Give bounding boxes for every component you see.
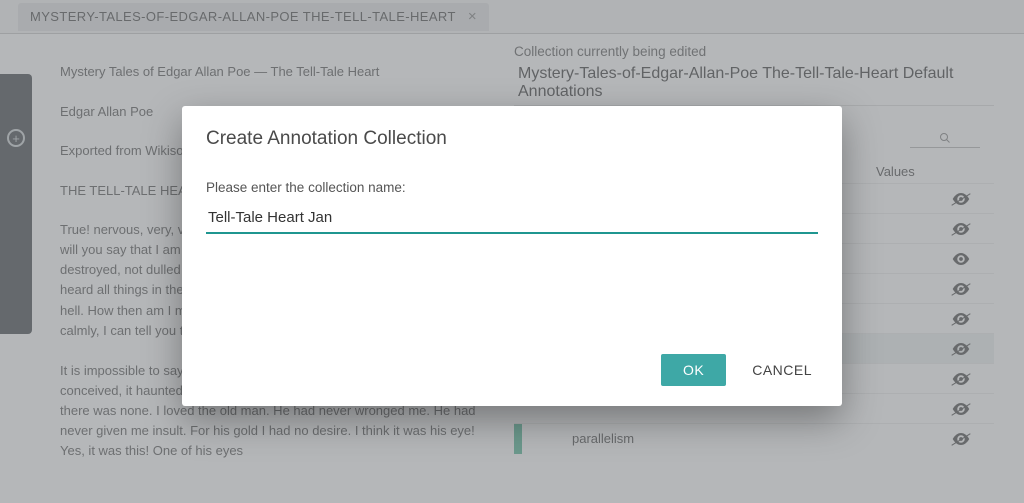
collection-name-input[interactable] — [206, 203, 818, 234]
dialog-title: Create Annotation Collection — [206, 128, 818, 150]
app-window: MYSTERY-TALES-OF-EDGAR-ALLAN-POE THE-TEL… — [0, 0, 1024, 503]
dialog-prompt: Please enter the collection name: — [206, 180, 818, 195]
ok-button[interactable]: OK — [661, 354, 726, 386]
modal-overlay: Create Annotation Collection Please ente… — [0, 0, 1024, 503]
create-collection-dialog: Create Annotation Collection Please ente… — [182, 106, 842, 406]
dialog-actions: OK CANCEL — [206, 354, 818, 386]
cancel-button[interactable]: CANCEL — [746, 354, 818, 386]
